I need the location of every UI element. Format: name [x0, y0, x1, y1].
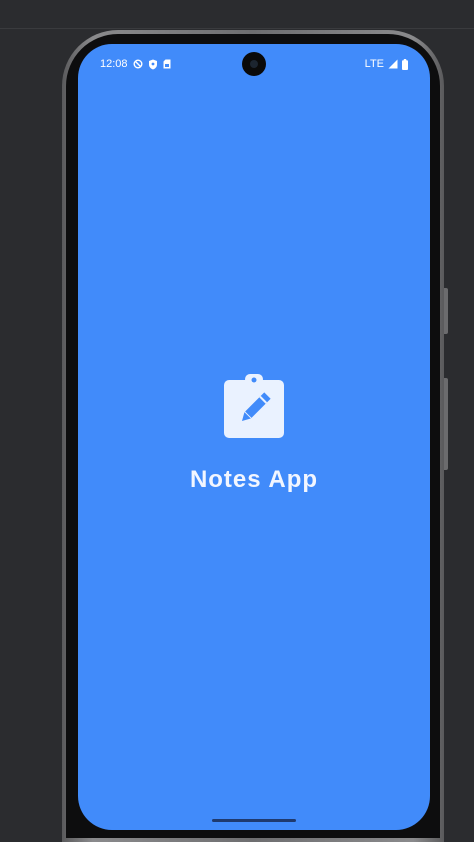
emulator-toolbar-divider: [0, 28, 474, 29]
clipboard-edit-icon: [224, 374, 284, 438]
status-bar-left: 12:08: [100, 58, 171, 70]
gesture-navigation-handle[interactable]: [212, 819, 296, 822]
device-screen[interactable]: 12:08 LTE Notes App: [78, 44, 430, 830]
status-time: 12:08: [100, 58, 128, 70]
status-bar: 12:08 LTE: [78, 44, 430, 82]
signal-icon: [388, 59, 398, 69]
do-not-disturb-icon: [133, 59, 143, 69]
splash-content: Notes App: [78, 374, 430, 494]
power-button[interactable]: [444, 288, 448, 334]
battery-icon: [402, 58, 408, 70]
network-type-label: LTE: [364, 58, 384, 70]
shield-icon: [148, 59, 157, 69]
sim-card-icon: [163, 59, 171, 69]
status-bar-right: LTE: [365, 58, 408, 70]
volume-button[interactable]: [444, 378, 448, 470]
front-camera: [242, 52, 266, 76]
app-title: Notes App: [189, 466, 319, 493]
